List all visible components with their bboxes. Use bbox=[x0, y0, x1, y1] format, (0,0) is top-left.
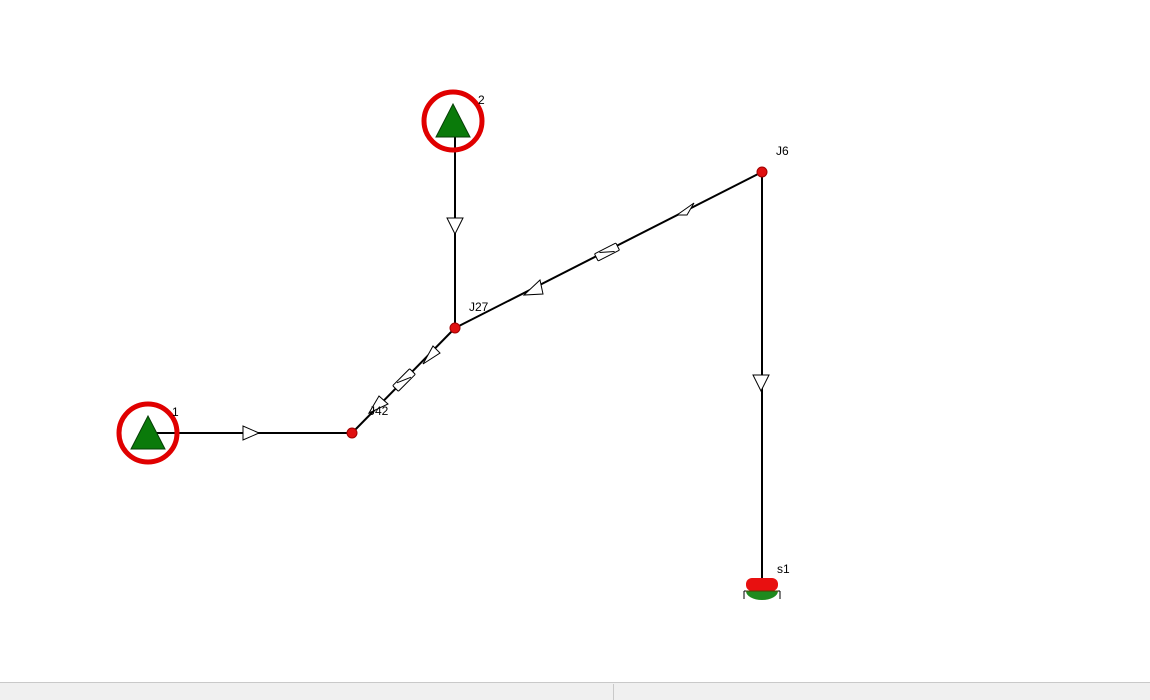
sink-node-s1[interactable]: s1 bbox=[743, 562, 790, 600]
network-diagram[interactable]: 1 2 J42 J27 J6 s1 bbox=[0, 0, 1150, 682]
flow-arrow-icon bbox=[422, 345, 441, 365]
status-pane-left bbox=[0, 684, 614, 700]
valve-icon[interactable] bbox=[392, 368, 416, 392]
junction-icon bbox=[449, 322, 461, 334]
junction-icon bbox=[346, 427, 358, 439]
junction-j42[interactable]: J42 bbox=[346, 404, 389, 439]
junction-icon bbox=[756, 166, 768, 178]
valve-icon[interactable] bbox=[594, 242, 620, 262]
sink-tank-icon bbox=[743, 578, 781, 600]
flow-arrow-icon bbox=[242, 425, 261, 441]
flow-arrow-icon bbox=[752, 374, 770, 393]
network-canvas[interactable]: 1 2 J42 J27 J6 s1 bbox=[0, 0, 1150, 682]
status-bar bbox=[0, 682, 1150, 700]
status-pane-right bbox=[614, 684, 1150, 700]
flow-arrow-icon bbox=[522, 279, 544, 296]
source-label: 1 bbox=[172, 405, 179, 419]
sink-label: s1 bbox=[777, 562, 790, 576]
flow-arrow-icon bbox=[675, 202, 695, 216]
triangle-source-icon bbox=[435, 102, 471, 138]
junction-j6[interactable]: J6 bbox=[756, 144, 789, 178]
junction-label: J27 bbox=[469, 300, 489, 314]
flow-arrow-icon bbox=[446, 217, 464, 236]
junction-label: J42 bbox=[369, 404, 389, 418]
source-label: 2 bbox=[478, 93, 485, 107]
junction-label: J6 bbox=[776, 144, 789, 158]
